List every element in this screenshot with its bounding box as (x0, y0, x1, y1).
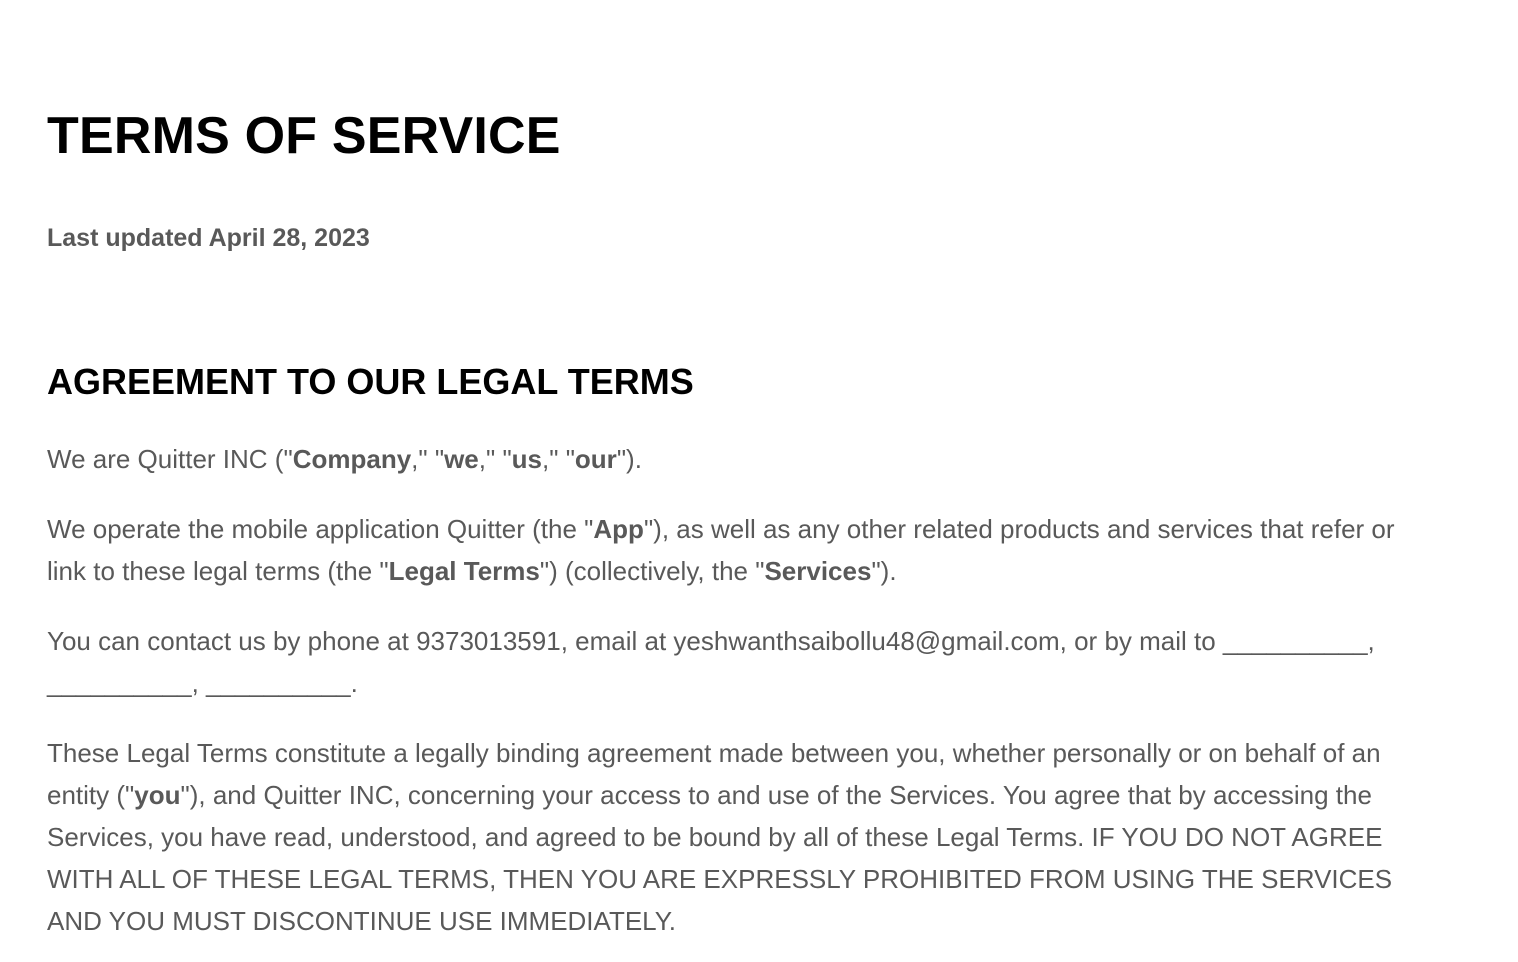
bold-term-company: Company (292, 444, 412, 474)
terms-page: TERMS OF SERVICE Last updated April 28, … (0, 0, 1518, 962)
text-run: We are Quitter INC (" (47, 444, 293, 474)
bold-term-app: App (593, 514, 644, 544)
text-run: "), and Quitter INC, concerning your acc… (47, 780, 1393, 936)
page-title: TERMS OF SERVICE (47, 107, 561, 165)
company-paragraph: We are Quitter INC ("Company," "we," "us… (47, 438, 1427, 480)
text-run: ") (collectively, the " (539, 556, 765, 586)
bold-term-we: we (444, 444, 479, 474)
text-run: ," " (542, 444, 575, 474)
bold-term-services: Services (764, 556, 872, 586)
bold-term-legal-terms: Legal Terms (388, 556, 540, 586)
last-updated-date: Last updated April 28, 2023 (47, 224, 370, 252)
agreement-body: We are Quitter INC ("Company," "we," "us… (47, 438, 1427, 962)
bold-term-our: our (574, 444, 617, 474)
text-run: ," " (411, 444, 445, 474)
bold-term-you: you (134, 780, 181, 810)
text-run: "). (871, 556, 897, 586)
section-heading-agreement: AGREEMENT TO OUR LEGAL TERMS (47, 361, 694, 402)
contact-paragraph: You can contact us by phone at 937301359… (47, 626, 1375, 698)
text-run: We operate the mobile application Quitte… (47, 514, 594, 544)
text-run: "). (616, 444, 642, 474)
services-paragraph: We operate the mobile application Quitte… (47, 508, 1427, 592)
text-run: ," " (478, 444, 512, 474)
binding-agreement-paragraph: These Legal Terms constitute a legally b… (47, 732, 1427, 942)
bold-term-us: us (511, 444, 543, 474)
